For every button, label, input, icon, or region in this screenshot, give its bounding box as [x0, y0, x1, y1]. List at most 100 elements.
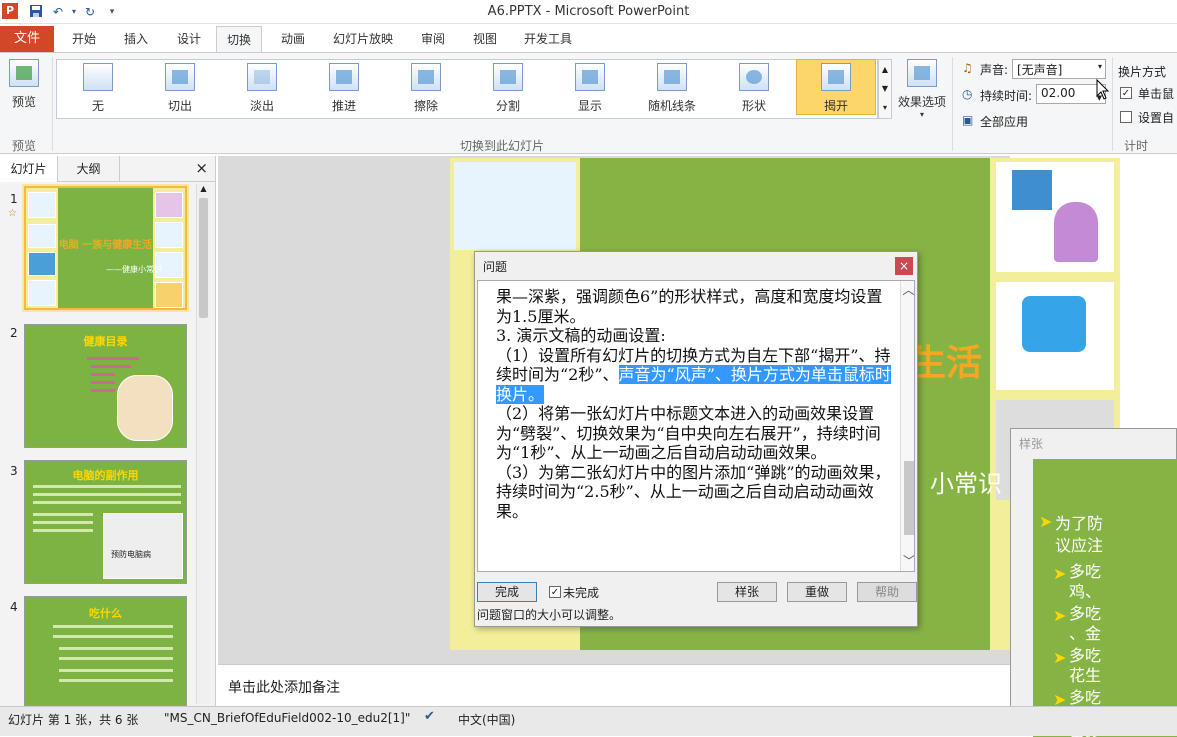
question-text-area[interactable]: 果—深紫，强调颜色6”的形状样式，高度和宽度均设置为1.5厘米。 3. 演示文稿…: [477, 280, 915, 572]
sample-button[interactable]: 样张: [717, 582, 777, 602]
spell-check-icon[interactable]: ✔: [424, 709, 435, 724]
thumb-line: [91, 365, 131, 368]
thumb-line: [33, 485, 181, 488]
scroll-thumb[interactable]: [199, 198, 208, 318]
dialog-title: 问题: [483, 260, 508, 274]
transition-shape[interactable]: 形状: [732, 63, 776, 114]
tab-slides[interactable]: 幻灯片: [0, 156, 58, 182]
apply-all-button[interactable]: 全部应用: [980, 113, 1028, 130]
transition-push[interactable]: 推进: [322, 63, 366, 114]
on-click-checkbox[interactable]: ✓: [1120, 87, 1132, 99]
thumb-title: 健康目录: [83, 335, 128, 348]
dialog-scrollbar[interactable]: ︿ ﹀: [900, 281, 914, 571]
transition-label: 揭开: [823, 99, 848, 113]
tab-home[interactable]: 开始: [72, 30, 96, 47]
transition-none-icon: [83, 63, 113, 91]
globe-computer-image: [996, 282, 1114, 390]
scroll-up-icon[interactable]: ▲: [197, 184, 210, 193]
scroll-thumb[interactable]: [904, 461, 914, 535]
effect-options-button[interactable]: 效果选项 ▾: [896, 59, 948, 119]
divider: [1112, 57, 1113, 151]
pane-tabs: 幻灯片 大纲 ×: [0, 156, 216, 182]
slide-number: 2: [10, 326, 18, 340]
tab-outline[interactable]: 大纲: [58, 156, 120, 182]
slide-title[interactable]: 生活: [910, 334, 982, 386]
question-text: 果—深紫，强调颜色6”的形状样式，高度和宽度均设置为1.5厘米。 3. 演示文稿…: [496, 287, 892, 521]
gallery-down-icon[interactable]: ▼: [879, 79, 891, 98]
transition-uncover[interactable]: 揭开: [796, 59, 876, 115]
gallery-up-icon[interactable]: ▲: [879, 60, 891, 79]
sound-select[interactable]: [无声音] ▾: [1012, 59, 1106, 79]
transition-fade-icon: [247, 63, 277, 91]
star-icon: ☆: [8, 208, 17, 219]
sound-value: [无声音]: [1017, 63, 1063, 77]
gallery-scroll[interactable]: ▲ ▼ ▾: [878, 59, 892, 119]
woman-with-laptop-image: [117, 375, 173, 441]
slide-thumb-1[interactable]: 电脑 一族与健康生活 ——健康小常识: [24, 186, 187, 310]
tab-slideshow[interactable]: 幻灯片放映: [333, 30, 393, 47]
notes-pane[interactable]: 单击此处添加备注: [218, 664, 1010, 706]
transition-fade[interactable]: 淡出: [240, 63, 284, 114]
transition-wipe[interactable]: 擦除: [404, 63, 448, 114]
clock-icon: ◷: [962, 87, 973, 101]
close-pane-icon[interactable]: ×: [195, 159, 208, 177]
thumb-line: [91, 373, 115, 376]
preview-label: 预览: [11, 95, 36, 109]
tab-design[interactable]: 设计: [177, 30, 201, 47]
done-button[interactable]: 完成: [477, 582, 537, 602]
help-button[interactable]: 帮助: [857, 582, 917, 602]
slide-number: 4: [10, 600, 18, 614]
close-icon[interactable]: ×: [895, 257, 913, 275]
tab-insert[interactable]: 插入: [124, 30, 148, 47]
transition-random-bars[interactable]: 随机线条: [644, 63, 700, 114]
scroll-down-icon[interactable]: ﹀: [901, 552, 914, 569]
after-checkbox[interactable]: [1120, 111, 1132, 123]
ribbon: 预览 预览 无 切出 淡出 推进 擦除 分割 显示 随机线条 形状 揭开 ▲ ▼ ▾…: [0, 52, 1177, 154]
transition-label: 无: [91, 99, 104, 113]
transition-split[interactable]: 分割: [486, 63, 530, 114]
sound-label: 声音:: [980, 63, 1009, 77]
slide-thumb-4[interactable]: 吃什么: [24, 596, 187, 706]
duration-label: 持续时间:: [980, 89, 1033, 103]
tab-view[interactable]: 视图: [473, 30, 497, 47]
tab-developer[interactable]: 开发工具: [524, 30, 572, 47]
tab-animations[interactable]: 动画: [281, 30, 305, 47]
sample-line: 为了防: [1055, 514, 1104, 533]
tab-transitions[interactable]: 切换: [216, 26, 263, 54]
transition-push-icon: [329, 63, 359, 91]
transition-cut[interactable]: 切出: [158, 63, 202, 114]
duration-value: 02.00: [1041, 86, 1076, 100]
slide-subtitle[interactable]: 小常识: [930, 464, 1002, 499]
laptop-image: [454, 162, 576, 250]
transition-shape-icon: [739, 63, 769, 91]
question-text-part: （2）将第一张幻灯片中标题文本进入的动画效果设置为“劈裂”、切换效果为“自中央向…: [496, 404, 891, 521]
monitor-shape: [1012, 170, 1052, 210]
notes-placeholder: 单击此处添加备注: [228, 680, 340, 696]
pane-scrollbar[interactable]: ▲: [196, 184, 210, 704]
timing-group-label: 计时: [1124, 139, 1149, 153]
preview-button[interactable]: 预览: [6, 59, 42, 110]
sample-line: 鸡、: [1069, 582, 1102, 601]
sample-line: 议应注: [1055, 536, 1104, 555]
redo-button[interactable]: 重做: [787, 582, 847, 602]
tab-file[interactable]: 文件: [0, 26, 54, 52]
arrow-icon: ➤: [1039, 512, 1053, 531]
scroll-up-icon[interactable]: ︿: [901, 281, 914, 298]
transition-label: 推进: [331, 99, 356, 113]
slide-thumb-2[interactable]: 健康目录: [24, 324, 187, 448]
thumb-subtitle: ——健康小常识: [106, 265, 162, 274]
tab-review[interactable]: 审阅: [421, 30, 445, 47]
not-done-checkbox[interactable]: ✓: [549, 586, 561, 598]
arrow-icon: ➤: [1053, 606, 1067, 625]
transition-label: 随机线条: [647, 99, 696, 113]
mouse-cursor-icon: [1096, 79, 1110, 100]
language[interactable]: 中文(中国): [458, 711, 515, 728]
theme-name[interactable]: "MS_CN_BriefOfEduField002-10_edu2[1]": [164, 711, 410, 725]
preview-icon: [9, 59, 39, 87]
thumb-title: 电脑 一族与健康生活: [58, 240, 153, 251]
transition-none[interactable]: 无: [76, 63, 120, 114]
slide-thumb-3[interactable]: 电脑的副作用 预防电脑病: [24, 460, 187, 584]
transition-label: 淡出: [249, 99, 274, 113]
gallery-more-icon[interactable]: ▾: [879, 98, 891, 117]
transition-reveal[interactable]: 显示: [568, 63, 612, 114]
